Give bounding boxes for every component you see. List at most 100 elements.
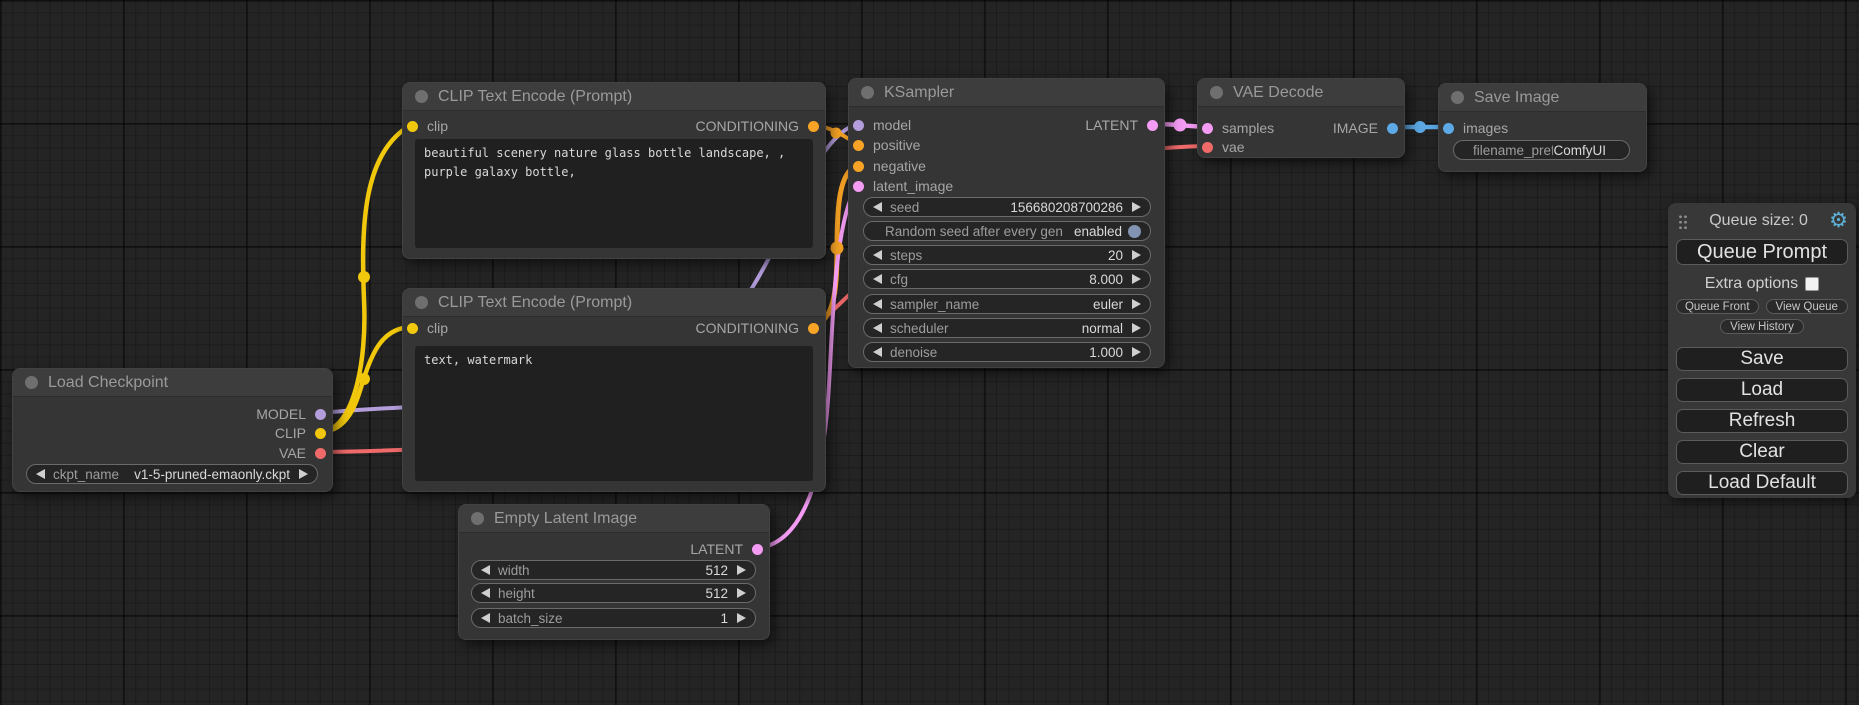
node-vae-decode[interactable]: VAE Decode samples IMAGE vae xyxy=(1197,78,1405,158)
next-value-icon[interactable] xyxy=(737,613,746,623)
width-widget[interactable]: width 512 xyxy=(471,560,756,580)
collapse-dot-icon[interactable] xyxy=(25,376,38,389)
input-slot-latent-image[interactable]: latent_image xyxy=(853,177,953,195)
model-port-icon[interactable] xyxy=(853,120,864,131)
next-value-icon[interactable] xyxy=(1132,347,1141,357)
input-slot-negative[interactable]: negative xyxy=(853,157,926,175)
clear-button[interactable]: Clear xyxy=(1676,440,1848,464)
node-title-bar[interactable]: KSampler xyxy=(849,79,1164,107)
refresh-button[interactable]: Refresh xyxy=(1676,409,1848,433)
ckpt-name-widget[interactable]: ckpt_name v1-5-pruned-emaonly.ckpt xyxy=(26,464,318,484)
gear-icon[interactable]: ⚙ xyxy=(1829,212,1848,230)
conditioning-port-icon[interactable] xyxy=(808,121,819,132)
steps-widget[interactable]: steps 20 xyxy=(863,245,1151,265)
node-ksampler[interactable]: KSampler model LATENT positive negative … xyxy=(848,78,1165,368)
collapse-dot-icon[interactable] xyxy=(861,86,874,99)
input-slot-model[interactable]: model xyxy=(853,116,911,134)
output-slot-clip[interactable]: CLIP xyxy=(275,424,326,442)
denoise-widget[interactable]: denoise 1.000 xyxy=(863,342,1151,362)
input-slot-samples[interactable]: samples xyxy=(1202,119,1274,137)
latent-port-icon[interactable] xyxy=(1147,120,1158,131)
scheduler-widget[interactable]: scheduler normal xyxy=(863,318,1151,338)
input-slot-clip[interactable]: clip xyxy=(407,319,448,337)
clip-port-icon[interactable] xyxy=(407,323,418,334)
next-value-icon[interactable] xyxy=(1132,250,1141,260)
next-value-icon[interactable] xyxy=(737,588,746,598)
node-title-bar[interactable]: Save Image xyxy=(1439,84,1646,112)
output-slot-vae[interactable]: VAE xyxy=(279,444,326,462)
collapse-dot-icon[interactable] xyxy=(415,296,428,309)
node-load-checkpoint[interactable]: Load Checkpoint MODEL CLIP VAE ckpt_name… xyxy=(12,368,333,492)
queue-prompt-button[interactable]: Queue Prompt xyxy=(1676,239,1848,265)
input-slot-clip[interactable]: clip xyxy=(407,117,448,135)
output-slot-image[interactable]: IMAGE xyxy=(1333,119,1398,137)
output-slot-conditioning[interactable]: CONDITIONING xyxy=(696,319,819,337)
save-button[interactable]: Save xyxy=(1676,347,1848,371)
drag-handle-icon[interactable] xyxy=(1678,214,1688,229)
collapse-dot-icon[interactable] xyxy=(1210,86,1223,99)
prompt-textarea[interactable]: text, watermark xyxy=(415,346,813,481)
next-value-icon[interactable] xyxy=(1132,323,1141,333)
conditioning-port-icon[interactable] xyxy=(853,161,864,172)
node-clip-text-encode-positive[interactable]: CLIP Text Encode (Prompt) clip CONDITION… xyxy=(402,82,826,259)
view-queue-button[interactable]: View Queue xyxy=(1766,299,1849,314)
prev-value-icon[interactable] xyxy=(873,347,882,357)
prev-value-icon[interactable] xyxy=(481,565,490,575)
node-title-bar[interactable]: VAE Decode xyxy=(1198,79,1404,107)
node-empty-latent-image[interactable]: Empty Latent Image LATENT width 512 heig… xyxy=(458,504,770,640)
prev-value-icon[interactable] xyxy=(873,323,882,333)
next-value-icon[interactable] xyxy=(299,469,308,479)
latent-port-icon[interactable] xyxy=(1202,123,1213,134)
prev-value-icon[interactable] xyxy=(873,274,882,284)
clip-port-icon[interactable] xyxy=(315,428,326,439)
load-default-button[interactable]: Load Default xyxy=(1676,471,1848,495)
next-value-icon[interactable] xyxy=(1132,202,1141,212)
batch-size-widget[interactable]: batch_size 1 xyxy=(471,608,756,628)
node-title-bar[interactable]: CLIP Text Encode (Prompt) xyxy=(403,289,825,317)
prev-value-icon[interactable] xyxy=(481,588,490,598)
extra-options-checkbox[interactable] xyxy=(1805,277,1819,291)
input-slot-vae[interactable]: vae xyxy=(1202,138,1245,156)
collapse-dot-icon[interactable] xyxy=(471,512,484,525)
height-widget[interactable]: height 512 xyxy=(471,583,756,603)
output-slot-latent[interactable]: LATENT xyxy=(1085,116,1158,134)
output-slot-model[interactable]: MODEL xyxy=(256,405,326,423)
prev-value-icon[interactable] xyxy=(481,613,490,623)
latent-port-icon[interactable] xyxy=(853,181,864,192)
model-port-icon[interactable] xyxy=(315,409,326,420)
image-port-icon[interactable] xyxy=(1387,123,1398,134)
conditioning-port-icon[interactable] xyxy=(808,323,819,334)
node-clip-text-encode-negative[interactable]: CLIP Text Encode (Prompt) clip CONDITION… xyxy=(402,288,826,492)
sampler-name-widget[interactable]: sampler_name euler xyxy=(863,294,1151,314)
node-title-bar[interactable]: CLIP Text Encode (Prompt) xyxy=(403,83,825,111)
output-slot-latent[interactable]: LATENT xyxy=(690,540,763,558)
next-value-icon[interactable] xyxy=(1132,299,1141,309)
load-button[interactable]: Load xyxy=(1676,378,1848,402)
next-value-icon[interactable] xyxy=(737,565,746,575)
latent-port-icon[interactable] xyxy=(752,544,763,555)
seed-widget[interactable]: seed 156680208700286 xyxy=(863,197,1151,217)
random-seed-toggle-widget[interactable]: Random seed after every gen enabled xyxy=(863,221,1151,241)
node-title-bar[interactable]: Empty Latent Image xyxy=(459,505,769,533)
conditioning-port-icon[interactable] xyxy=(853,140,864,151)
node-title-bar[interactable]: Load Checkpoint xyxy=(13,369,332,397)
collapse-dot-icon[interactable] xyxy=(1451,91,1464,104)
queue-front-button[interactable]: Queue Front xyxy=(1676,299,1759,314)
node-graph-canvas[interactable]: Load Checkpoint MODEL CLIP VAE ckpt_name… xyxy=(0,0,1859,705)
prev-value-icon[interactable] xyxy=(873,202,882,212)
input-slot-images[interactable]: images xyxy=(1443,119,1508,137)
cfg-widget[interactable]: cfg 8.000 xyxy=(863,269,1151,289)
vae-port-icon[interactable] xyxy=(1202,142,1213,153)
next-value-icon[interactable] xyxy=(1132,274,1141,284)
node-save-image[interactable]: Save Image images filename_prefix ComfyU… xyxy=(1438,83,1647,172)
filename-prefix-widget[interactable]: filename_prefix ComfyUI xyxy=(1453,140,1630,160)
clip-port-icon[interactable] xyxy=(407,121,418,132)
input-slot-positive[interactable]: positive xyxy=(853,136,920,154)
output-slot-conditioning[interactable]: CONDITIONING xyxy=(696,117,819,135)
prev-value-icon[interactable] xyxy=(873,299,882,309)
view-history-button[interactable]: View History xyxy=(1720,319,1804,334)
prompt-textarea[interactable]: beautiful scenery nature glass bottle la… xyxy=(415,139,813,248)
prev-value-icon[interactable] xyxy=(36,469,45,479)
toggle-indicator-icon[interactable] xyxy=(1128,225,1141,238)
collapse-dot-icon[interactable] xyxy=(415,90,428,103)
